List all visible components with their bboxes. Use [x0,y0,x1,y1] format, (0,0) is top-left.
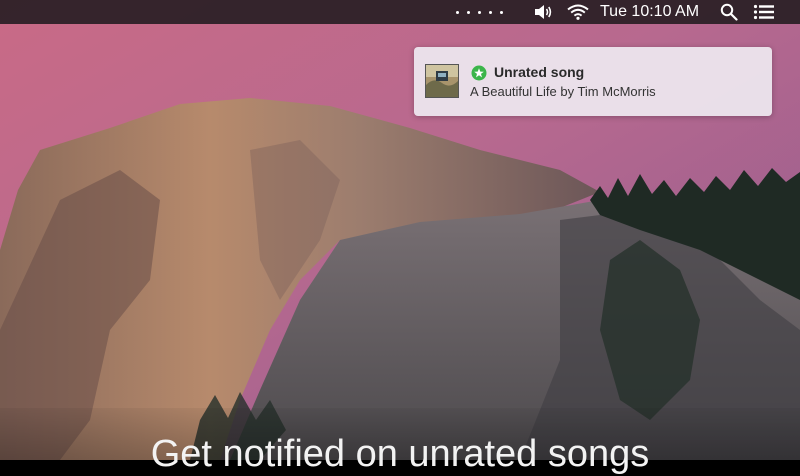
menu-dot [489,10,492,14]
volume-icon[interactable] [532,2,554,22]
notification-subtitle: A Beautiful Life by Tim McMorris [470,84,656,99]
wifi-icon[interactable] [566,2,590,22]
menu-dot [467,10,470,14]
menu-dot [478,10,481,14]
notification-title: Unrated song [494,64,585,80]
menu-bar: Tue 10:10 AM [0,0,800,24]
album-art-thumbnail [425,64,459,98]
feature-caption: Get notified on unrated songs [150,433,650,475]
notification-center-icon[interactable] [752,2,776,22]
star-badge-icon [471,65,487,81]
menu-extras-dots[interactable] [456,4,503,20]
menu-dot [500,10,503,14]
spotlight-search-icon[interactable] [718,2,740,22]
menu-dot [456,10,459,14]
notification-banner[interactable]: Unrated song A Beautiful Life by Tim McM… [414,47,772,116]
menu-clock[interactable]: Tue 10:10 AM [600,3,699,21]
